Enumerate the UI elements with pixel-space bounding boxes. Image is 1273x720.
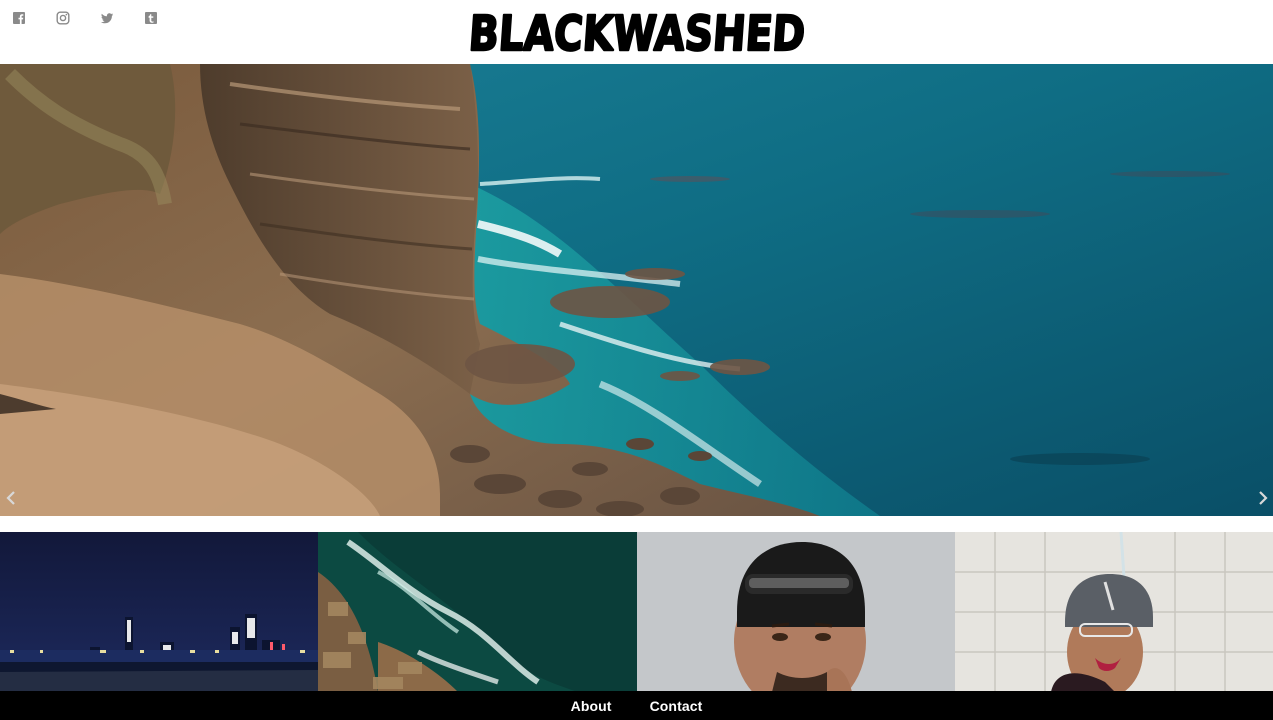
- page: BLACKWASHED About Contact: [0, 0, 1273, 720]
- thumbnail-ocean-rocks[interactable]: [318, 532, 637, 692]
- about-link[interactable]: About: [571, 698, 612, 714]
- site-logo[interactable]: BLACKWASHED: [466, 5, 808, 59]
- city-skyline-image: [0, 532, 318, 692]
- social-links: [12, 11, 158, 25]
- contact-link[interactable]: Contact: [650, 698, 703, 714]
- thumbnail-portrait-man[interactable]: [637, 532, 955, 692]
- slider-next-button[interactable]: [1255, 488, 1271, 508]
- footer-nav: About Contact: [0, 691, 1273, 720]
- chevron-right-icon: [1259, 491, 1268, 505]
- thumbnail-city-skyline[interactable]: [0, 532, 318, 692]
- ocean-rocks-image: [318, 532, 637, 692]
- slider-prev-button[interactable]: [3, 488, 19, 508]
- logo-wordmark: BLACKWASHED: [466, 6, 808, 58]
- chevron-left-icon: [6, 491, 15, 505]
- twitter-icon[interactable]: [100, 11, 114, 25]
- tumblr-icon[interactable]: [144, 11, 158, 25]
- site-header: BLACKWASHED: [0, 0, 1273, 64]
- instagram-icon[interactable]: [56, 11, 70, 25]
- thumbnail-portrait-woman[interactable]: [955, 532, 1273, 692]
- portrait-woman-image: [955, 532, 1273, 692]
- hero-image-coastal-cliff: [0, 64, 1273, 516]
- hero-slider[interactable]: [0, 64, 1273, 516]
- portrait-man-image: [637, 532, 955, 692]
- svg-text:BLACKWASHED: BLACKWASHED: [467, 6, 807, 58]
- facebook-icon[interactable]: [12, 11, 26, 25]
- thumbnail-grid: [0, 532, 1273, 692]
